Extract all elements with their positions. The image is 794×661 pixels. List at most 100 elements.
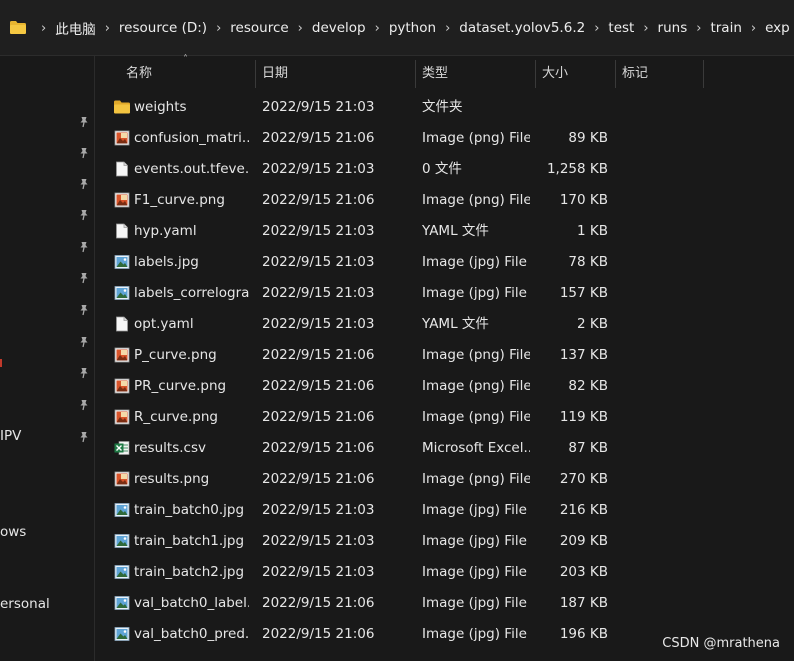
file-date: 2022/9/15 21:06: [262, 130, 375, 146]
file-size: 203 KB: [559, 564, 608, 580]
column-header-date[interactable]: 日期: [262, 56, 288, 92]
file-row[interactable]: results.csv 2022/9/15 21:06 Microsoft Exce…: [95, 433, 794, 464]
file-name: R_curve.png: [134, 409, 218, 425]
chevron-right-icon[interactable]: ›: [634, 21, 657, 36]
column-divider[interactable]: [703, 60, 704, 88]
file-row[interactable]: weights 2022/9/15 21:03 文件夹: [95, 92, 794, 123]
chevron-right-icon[interactable]: ›: [289, 21, 312, 36]
file-size: 209 KB: [559, 533, 608, 549]
pin-icon[interactable]: [78, 399, 90, 411]
file-date: 2022/9/15 21:06: [262, 192, 375, 208]
file-row[interactable]: R_curve.png 2022/9/15 21:06 Image (png) Fi…: [95, 402, 794, 433]
file-date: 2022/9/15 21:06: [262, 440, 375, 456]
column-size-label: 大小: [542, 66, 569, 81]
breadcrumb-item[interactable]: dataset.yolov5.6.2: [459, 20, 585, 36]
file-name: train_batch2.jpg: [134, 564, 245, 580]
file-size: 82 KB: [568, 378, 608, 394]
chevron-right-icon[interactable]: ›: [96, 21, 119, 36]
file-size: 1,258 KB: [546, 161, 608, 177]
file-row[interactable]: confusion_matri... 2022/9/15 21:06 Image (…: [95, 123, 794, 154]
breadcrumb-item[interactable]: train: [710, 20, 741, 36]
column-header-name[interactable]: 名称: [126, 56, 152, 92]
breadcrumb: › 此电脑 › resource (D:) › resource › develop › pyth…: [32, 18, 790, 38]
column-header-size[interactable]: 大小: [542, 56, 568, 92]
chevron-right-icon[interactable]: ›: [207, 21, 230, 36]
file-row[interactable]: PR_curve.png 2022/9/15 21:06 Image (png) F…: [95, 371, 794, 402]
file-type: Image (jpg) File: [422, 285, 527, 301]
chevron-right-icon[interactable]: ›: [366, 21, 389, 36]
column-header-type[interactable]: 类型: [422, 56, 448, 92]
jpg-file-icon: [114, 286, 130, 300]
file-row[interactable]: train_batch2.jpg 2022/9/15 21:03 Image (jp…: [95, 557, 794, 588]
nav-item-label[interactable]: ersonal: [0, 596, 50, 612]
file-type: 0 文件: [422, 161, 462, 177]
file-size: 89 KB: [568, 130, 608, 146]
chevron-right-icon[interactable]: ›: [32, 21, 55, 36]
file-size: 87 KB: [568, 440, 608, 456]
file-name: hyp.yaml: [134, 223, 197, 239]
file-size: 187 KB: [559, 595, 608, 611]
file-date: 2022/9/15 21:06: [262, 471, 375, 487]
file-row[interactable]: train_batch0.jpg 2022/9/15 21:03 Image (jp…: [95, 495, 794, 526]
column-date-label: 日期: [262, 66, 289, 81]
file-date: 2022/9/15 21:03: [262, 502, 375, 518]
pin-icon[interactable]: [78, 304, 90, 316]
breadcrumb-item[interactable]: test: [608, 20, 634, 36]
column-divider[interactable]: [255, 60, 256, 88]
chevron-right-icon[interactable]: ›: [436, 21, 459, 36]
navigation-pane[interactable]: IPV ows ersonal: [0, 56, 95, 661]
breadcrumb-item[interactable]: resource: [230, 20, 288, 36]
pin-icon[interactable]: [78, 272, 90, 284]
breadcrumb-item[interactable]: develop: [312, 20, 366, 36]
pin-icon[interactable]: [78, 367, 90, 379]
jpg-file-icon: [114, 503, 130, 517]
nav-item-accent: [0, 359, 2, 367]
pin-icon[interactable]: [78, 116, 90, 128]
file-row[interactable]: opt.yaml 2022/9/15 21:03 YAML 文件 2 KB: [95, 309, 794, 340]
file-row[interactable]: results.png 2022/9/15 21:06 Image (png) Fi…: [95, 464, 794, 495]
file-row[interactable]: hyp.yaml 2022/9/15 21:03 YAML 文件 1 KB: [95, 216, 794, 247]
file-type: Image (png) File: [422, 347, 530, 363]
chevron-right-icon[interactable]: ›: [687, 21, 710, 36]
file-row[interactable]: P_curve.png 2022/9/15 21:06 Image (png) Fi…: [95, 340, 794, 371]
file-date: 2022/9/15 21:03: [262, 99, 375, 115]
column-header-tags[interactable]: 标记: [622, 56, 648, 92]
pin-icon[interactable]: [78, 147, 90, 159]
pin-icon[interactable]: [78, 241, 90, 253]
file-date: 2022/9/15 21:03: [262, 223, 375, 239]
nav-item-label[interactable]: IPV: [0, 428, 21, 444]
pin-icon[interactable]: [78, 431, 90, 443]
file-row[interactable]: train_batch1.jpg 2022/9/15 21:03 Image (jp…: [95, 526, 794, 557]
png-file-icon: [114, 130, 130, 146]
file-size: 1 KB: [577, 223, 608, 239]
file-row[interactable]: val_batch0_label... 2022/9/15 21:06 Image …: [95, 588, 794, 619]
file-name: confusion_matri...: [134, 130, 249, 146]
file-row[interactable]: labels_correlogra... 2022/9/15 21:03 Image…: [95, 278, 794, 309]
nav-item-label[interactable]: ows: [0, 524, 26, 540]
pin-icon[interactable]: [78, 336, 90, 348]
column-divider[interactable]: [615, 60, 616, 88]
file-row[interactable]: events.out.tfeve... 2022/9/15 21:03 0 文件 1,…: [95, 154, 794, 185]
png-file-icon: [114, 192, 130, 208]
file-size: 157 KB: [559, 285, 608, 301]
chevron-right-icon[interactable]: ›: [742, 21, 765, 36]
file-name: F1_curve.png: [134, 192, 225, 208]
chevron-right-icon[interactable]: ›: [585, 21, 608, 36]
breadcrumb-item[interactable]: 此电脑: [55, 18, 96, 38]
file-name: PR_curve.png: [134, 378, 227, 394]
file-date: 2022/9/15 21:06: [262, 378, 375, 394]
breadcrumb-item[interactable]: exp: [765, 20, 790, 36]
column-divider[interactable]: [535, 60, 536, 88]
file-row[interactable]: labels.jpg 2022/9/15 21:03 Image (jpg) Fil…: [95, 247, 794, 278]
column-divider[interactable]: [415, 60, 416, 88]
address-bar[interactable]: › 此电脑 › resource (D:) › resource › develop › pyth…: [0, 0, 794, 56]
breadcrumb-item[interactable]: resource (D:): [119, 20, 207, 36]
pin-icon[interactable]: [78, 209, 90, 221]
pin-icon[interactable]: [78, 178, 90, 190]
file-name: weights: [134, 99, 187, 115]
jpg-file-icon: [114, 255, 130, 269]
breadcrumb-item[interactable]: runs: [658, 20, 688, 36]
breadcrumb-item[interactable]: python: [389, 20, 436, 36]
file-row[interactable]: F1_curve.png 2022/9/15 21:06 Image (png) F…: [95, 185, 794, 216]
png-file-icon: [114, 378, 130, 394]
